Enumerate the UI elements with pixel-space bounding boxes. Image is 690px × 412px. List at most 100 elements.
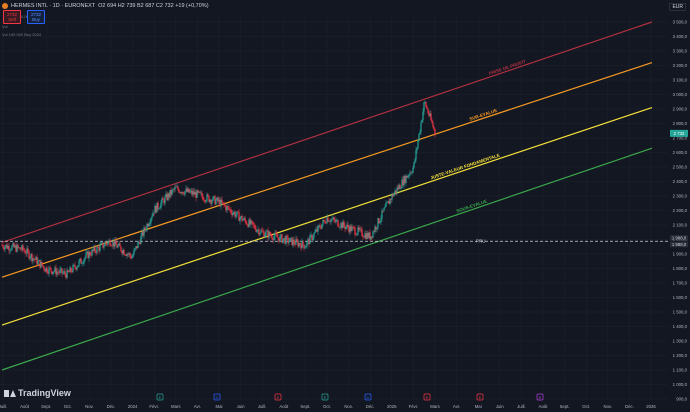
event-marker-label: D [367, 395, 370, 400]
time-tick-label: Nov. [344, 404, 353, 409]
candle-body [262, 231, 264, 232]
chart-grid [0, 14, 668, 400]
candle-body [78, 260, 80, 266]
price-tick-label: 1 400,0 [673, 324, 688, 329]
volume-label: Vol [2, 24, 8, 29]
candle-body [109, 240, 111, 246]
candle-body [111, 245, 113, 247]
candle-body [49, 267, 51, 268]
time-tick-label: Mars [430, 404, 440, 409]
candle-body [137, 242, 139, 249]
candle-body [264, 235, 266, 238]
candle-body [288, 241, 290, 243]
candle-body [418, 133, 420, 141]
sell-button[interactable]: 2732 Sell [3, 10, 21, 24]
candle-body [351, 226, 353, 232]
candle-body [302, 240, 304, 245]
candle-body [64, 271, 66, 275]
candle-body [433, 127, 435, 130]
volume-line: Vol 100 000 Buy 2024 [2, 32, 42, 37]
candle-body [10, 249, 12, 251]
candle-body [253, 224, 255, 226]
price-tick-label: 2 900,0 [673, 107, 688, 112]
candle-body [252, 221, 254, 225]
candle-body [279, 235, 281, 242]
event-marker-label: E [324, 395, 327, 400]
candle-body [177, 186, 179, 190]
candle-body [269, 231, 271, 236]
candle-body [22, 245, 24, 250]
candle-body [376, 227, 378, 230]
candle-body [232, 213, 234, 216]
candle-body [50, 267, 52, 272]
price-tick-label: 1 000,0 [673, 382, 688, 387]
candle-body [182, 191, 184, 194]
candle-body [244, 217, 246, 221]
candle-body [201, 192, 203, 197]
time-tick-label: Sept. [300, 404, 310, 409]
candle-body [345, 226, 347, 229]
candle-body [239, 217, 241, 221]
buy-label: Buy [32, 17, 40, 22]
candle-body [52, 272, 54, 274]
candle-body [275, 232, 277, 235]
tradingview-logo[interactable]: TradingView [4, 388, 71, 398]
candle-body [133, 250, 135, 255]
candle-body [57, 271, 59, 273]
candle-body [2, 245, 4, 248]
price-tick-label: 1 900,0 [673, 252, 688, 257]
candle-body [277, 237, 279, 238]
candle-body [151, 216, 153, 219]
candle-body [338, 226, 340, 228]
candle-body [415, 150, 417, 160]
candle-body [158, 208, 160, 209]
candle-body [246, 223, 248, 225]
sell-label: Sell [8, 17, 16, 22]
time-tick-label: Sept. [41, 404, 51, 409]
price-tick-label: 2 400,0 [673, 179, 688, 184]
candle-body [434, 129, 436, 135]
candle-body [145, 229, 147, 231]
candle-body [425, 101, 427, 107]
candle-body [61, 268, 63, 274]
candle-body [212, 196, 214, 201]
event-marker-label: E [539, 395, 542, 400]
price-tick-label: 2 300,0 [673, 194, 688, 199]
candle-body [41, 261, 43, 266]
candle-body [356, 233, 358, 235]
time-tick-label: Oct. [323, 404, 331, 409]
price-chart[interactable]: PRISE DE PROFITSUR-EVALUEJUSTE-VALEUR FO… [0, 0, 690, 412]
candle-body [43, 266, 45, 270]
candle-body [23, 249, 25, 251]
candle-body [131, 257, 133, 259]
candle-body [105, 243, 107, 244]
candle-body [384, 206, 386, 209]
candle-body [333, 217, 335, 220]
candle-body [70, 267, 72, 272]
candle-body [379, 221, 381, 224]
candle-body [421, 119, 423, 123]
price-tick-label: 900,0 [676, 397, 687, 402]
candle-body [407, 175, 409, 178]
candle-body [207, 194, 209, 196]
candle-body [184, 191, 186, 195]
time-tick-label: 2025 [387, 404, 397, 409]
buy-button[interactable]: 2732 Buy [27, 10, 45, 24]
price-tick-label: 1 600,0 [673, 295, 688, 300]
candle-body [282, 239, 284, 243]
candle-body [164, 196, 166, 204]
candle-body [205, 200, 207, 202]
candle-body [381, 210, 383, 219]
time-tick-label: Juill. [517, 404, 526, 409]
time-tick-label: Avr. [194, 404, 201, 409]
currency-selector[interactable]: EUR [669, 3, 686, 11]
candle-body [309, 235, 311, 245]
candle-body [331, 219, 333, 220]
symbol-title[interactable]: HERMES INTL · 1D · EURONEXT [11, 3, 95, 9]
time-axis: Juill. Août Sept. Oct. Nov. Déc. 2024 Févr. Mars… [0, 404, 656, 409]
candle-body [46, 267, 48, 273]
candle-body [414, 159, 416, 163]
candle-body [119, 243, 121, 247]
candle-body [423, 102, 425, 112]
candle-body [271, 235, 273, 239]
